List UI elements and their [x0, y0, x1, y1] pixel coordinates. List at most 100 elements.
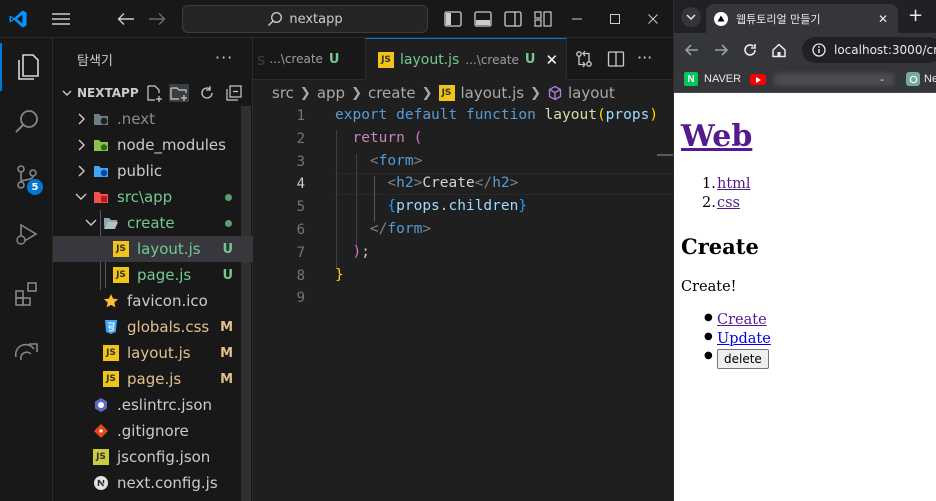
- search-icon[interactable]: [0, 98, 53, 146]
- node-folder-icon: [93, 137, 109, 153]
- minimize-icon[interactable]: [562, 0, 592, 38]
- remote-explorer-icon[interactable]: [0, 326, 53, 374]
- tree-folder-src-app[interactable]: src\app: [53, 184, 253, 210]
- tree-file-globals-css[interactable]: globals.css M: [53, 314, 253, 340]
- tree-folder-node-modules[interactable]: node_modules: [53, 132, 253, 158]
- untracked-dot: [225, 193, 232, 201]
- refresh-icon[interactable]: [198, 84, 216, 102]
- tree-label: globals.css: [127, 318, 210, 336]
- youtube-icon[interactable]: [750, 74, 766, 85]
- tree-file-gitignore[interactable]: .gitignore: [53, 418, 253, 444]
- code-editor[interactable]: 1 2 3 4 5 6 7 8 9 export default functio…: [253, 106, 673, 501]
- home-icon[interactable]: [771, 42, 787, 58]
- tree-folder-public[interactable]: public: [53, 158, 253, 184]
- more-actions-icon[interactable]: ···: [215, 48, 233, 67]
- tree-file-eslintrc[interactable]: .eslintrc.json: [53, 392, 253, 418]
- json-file-icon: JS: [93, 449, 109, 465]
- update-link[interactable]: Update: [717, 331, 771, 347]
- chevron-down-icon: [61, 87, 73, 99]
- maximize-icon[interactable]: [600, 0, 630, 38]
- tree-file-jsconfig[interactable]: JS jsconfig.json: [53, 444, 253, 470]
- source-control-icon[interactable]: 5: [0, 153, 53, 201]
- breadcrumb-item[interactable]: app: [317, 84, 345, 102]
- tree-label: layout.js: [127, 344, 191, 362]
- tree-file-favicon[interactable]: favicon.ico: [53, 288, 253, 314]
- tree-folder-create[interactable]: create: [53, 210, 253, 236]
- close-window-icon[interactable]: [638, 0, 668, 38]
- line-number: 5: [296, 199, 305, 215]
- delete-button[interactable]: delete: [717, 349, 769, 369]
- new-tab-icon[interactable]: +: [908, 5, 923, 26]
- symbol-method-icon: [547, 85, 563, 101]
- bookmark-chatgpt[interactable]: Ne: [906, 72, 936, 86]
- new-file-icon[interactable]: [145, 84, 163, 102]
- breadcrumb-item[interactable]: create: [368, 84, 416, 102]
- new-folder-icon[interactable]: [169, 84, 189, 102]
- tab-close-icon[interactable]: ✕: [878, 12, 888, 26]
- workspace-name: nextapp: [289, 11, 343, 27]
- breadcrumb-item[interactable]: layout: [568, 84, 615, 102]
- editor-more-actions-icon[interactable]: ···: [637, 48, 652, 67]
- chevron-right-icon: ❯: [421, 85, 433, 101]
- bullet-icon: ●: [704, 312, 713, 323]
- reload-icon[interactable]: [742, 42, 758, 58]
- bookmark-naver[interactable]: N NAVER: [684, 72, 741, 86]
- toggle-secondary-sidebar-icon[interactable]: [500, 0, 526, 38]
- vscode-logo-icon[interactable]: [0, 0, 36, 38]
- address-bar[interactable]: localhost:3000/cr...: [802, 37, 936, 63]
- css-file-icon: [103, 319, 119, 335]
- code-line-1: export default function layout(props): [335, 107, 659, 123]
- compare-changes-icon[interactable]: [575, 50, 593, 68]
- star-icon: [103, 293, 119, 309]
- explorer-icon[interactable]: [0, 43, 53, 91]
- tree-file-create-page-js[interactable]: JS page.js U: [53, 262, 253, 288]
- customize-layout-icon[interactable]: [530, 0, 556, 38]
- topic-link-html[interactable]: html: [717, 176, 751, 192]
- toggle-primary-sidebar-icon[interactable]: [440, 0, 466, 38]
- command-center-search[interactable]: nextapp: [182, 5, 428, 33]
- tab-close-icon[interactable]: ✕: [545, 51, 558, 69]
- breadcrumb-item[interactable]: src: [272, 84, 294, 102]
- code-line-6: </form>: [369, 221, 432, 237]
- editor-tab-bar: s ...\create U JS layout.js ...\create U…: [253, 38, 673, 80]
- tab-status: U: [524, 52, 536, 67]
- create-link[interactable]: Create: [717, 312, 767, 328]
- list-marker: 2.: [702, 195, 716, 211]
- tree-file-next-config[interactable]: next.config.js: [53, 470, 253, 496]
- line-number-current: 4: [296, 176, 305, 192]
- menu-icon[interactable]: [46, 0, 76, 38]
- split-editor-icon[interactable]: [607, 50, 625, 68]
- workspace-section-header[interactable]: NEXTAPP: [53, 80, 253, 106]
- tree-folder-next[interactable]: .next: [53, 106, 253, 132]
- run-and-debug-icon[interactable]: [0, 210, 53, 258]
- tree-file-layout-js[interactable]: JS layout.js M: [53, 340, 253, 366]
- collapse-all-icon[interactable]: [225, 84, 243, 102]
- search-icon: [267, 11, 283, 27]
- tree-file-page-js[interactable]: JS page.js M: [53, 366, 253, 392]
- chevron-down-icon: [73, 192, 89, 202]
- tree-file-create-layout-js[interactable]: JS layout.js U: [53, 236, 253, 262]
- tab-search-icon[interactable]: [681, 7, 701, 27]
- tree-label: layout.js: [137, 240, 201, 258]
- forward-arrow-icon[interactable]: [143, 0, 171, 38]
- back-arrow-icon[interactable]: [112, 0, 140, 38]
- workspace-title: NEXTAPP: [77, 86, 139, 100]
- tab-page-js[interactable]: s ...\create U: [253, 38, 365, 80]
- tab-layout-js[interactable]: JS layout.js ...\create U ✕: [365, 38, 567, 80]
- folder-open-icon: [103, 215, 119, 231]
- nextjs-icon: [93, 475, 109, 491]
- breadcrumb: src ❯ app ❯ create ❯ JS layout.js ❯ layo…: [253, 80, 673, 106]
- back-icon[interactable]: [684, 42, 700, 58]
- forward-icon[interactable]: [713, 42, 729, 58]
- tab-fade: s: [257, 49, 266, 69]
- bookmarks-bar: N NAVER - Ne: [674, 67, 936, 93]
- toggle-panel-icon[interactable]: [470, 0, 496, 38]
- browser-tab[interactable]: 웹튜토리얼 만들기 ✕: [706, 4, 898, 33]
- extensions-icon[interactable]: [0, 270, 53, 318]
- code-line-7: );: [352, 244, 370, 260]
- untracked-dot: [225, 219, 232, 227]
- bullet-icon: ●: [704, 331, 713, 342]
- page-heading-link[interactable]: Web: [681, 119, 752, 154]
- breadcrumb-item[interactable]: layout.js: [461, 84, 525, 102]
- topic-link-css[interactable]: css: [717, 195, 740, 211]
